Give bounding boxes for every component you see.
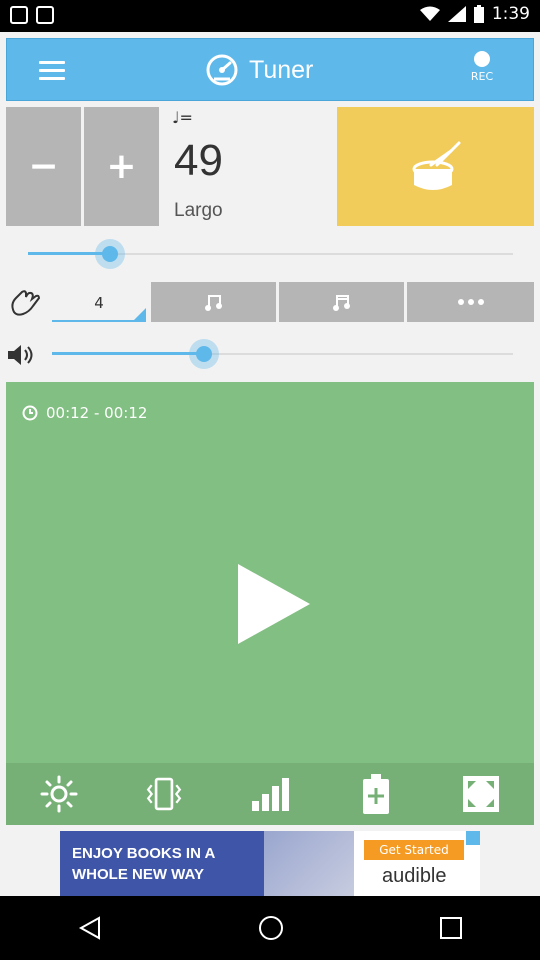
volume-slider-thumb[interactable] bbox=[189, 339, 219, 369]
decrease-tempo-button[interactable]: − bbox=[6, 107, 81, 226]
tempo-marking: Largo bbox=[174, 200, 223, 221]
gauge-icon bbox=[206, 54, 238, 86]
wifi-icon bbox=[419, 6, 440, 21]
vibrate-icon bbox=[147, 777, 182, 811]
menu-icon[interactable] bbox=[39, 61, 65, 81]
timer-range: 00:12 - 00:12 bbox=[46, 404, 148, 422]
sixteenth-notes-icon bbox=[332, 295, 350, 311]
volume-icon bbox=[8, 345, 33, 365]
player-toolbar bbox=[6, 763, 534, 825]
timer: 00:12 - 00:12 bbox=[22, 404, 147, 422]
recents-icon[interactable] bbox=[439, 916, 463, 940]
battery-button[interactable] bbox=[354, 772, 398, 816]
signal-button[interactable] bbox=[248, 772, 292, 816]
ad-banner[interactable]: ENJOY BOOKS IN A WHOLE NEW WAY Get Start… bbox=[60, 831, 480, 896]
sixteenth-notes-button[interactable] bbox=[279, 282, 404, 322]
status-time: 1:39 bbox=[491, 4, 530, 24]
vibrate-button[interactable] bbox=[142, 772, 186, 816]
header-title: Tuner bbox=[249, 55, 314, 84]
app-header: Tuner REC bbox=[6, 38, 534, 101]
beats-per-measure-input[interactable]: 4 bbox=[52, 282, 146, 322]
battery-plus-icon bbox=[362, 774, 389, 814]
bpm-value: 49 bbox=[174, 136, 223, 185]
signal-bars-icon bbox=[251, 778, 289, 811]
app-root: 1:39 Tuner REC − + ♩= 49 Largo 4 00:12 -… bbox=[0, 0, 540, 960]
signal-icon bbox=[447, 6, 466, 22]
brightness-button[interactable] bbox=[37, 772, 81, 816]
battery-icon bbox=[473, 5, 484, 23]
ad-image bbox=[264, 831, 354, 896]
quarter-note-label: ♩= bbox=[172, 108, 193, 127]
ad-headline: ENJOY BOOKS IN A WHOLE NEW WAY bbox=[72, 843, 215, 885]
fullscreen-icon bbox=[463, 776, 500, 812]
back-icon[interactable] bbox=[77, 915, 103, 941]
fullscreen-button[interactable] bbox=[459, 772, 503, 816]
more-icon bbox=[457, 299, 484, 305]
play-icon[interactable] bbox=[238, 564, 310, 644]
tuner-button[interactable]: Tuner bbox=[205, 53, 313, 87]
home-icon[interactable] bbox=[258, 915, 284, 941]
clock-icon bbox=[22, 405, 38, 421]
tempo-slider-thumb[interactable] bbox=[95, 239, 125, 269]
ad-choices-icon[interactable] bbox=[466, 831, 480, 845]
ad-cta-button[interactable]: Get Started bbox=[364, 840, 464, 860]
eighth-notes-button[interactable] bbox=[151, 282, 276, 322]
tempo-slider[interactable] bbox=[28, 239, 513, 269]
navigation-bar bbox=[0, 896, 540, 960]
record-label: REC bbox=[470, 70, 494, 83]
record-dot-icon bbox=[474, 51, 490, 67]
brightness-icon bbox=[40, 775, 78, 813]
player-panel: 00:12 - 00:12 bbox=[6, 382, 534, 825]
hand-clap-icon bbox=[11, 290, 41, 316]
ad-right-panel: Get Started audible bbox=[354, 831, 480, 896]
increase-tempo-button[interactable]: + bbox=[84, 107, 159, 226]
ad-brand-logo: audible bbox=[382, 865, 447, 887]
status-bar: 1:39 bbox=[0, 0, 540, 32]
ad-headline-line2: WHOLE NEW WAY bbox=[72, 866, 204, 883]
more-rhythms-button[interactable] bbox=[407, 282, 534, 322]
ad-headline-line1: ENJOY BOOKS IN A bbox=[72, 845, 216, 862]
drum-button[interactable] bbox=[337, 107, 534, 226]
volume-slider[interactable] bbox=[52, 339, 513, 369]
notification-icon bbox=[10, 6, 28, 24]
notification-icon bbox=[36, 6, 54, 24]
drum-icon bbox=[412, 141, 460, 190]
eighth-notes-icon bbox=[204, 295, 222, 311]
record-button[interactable]: REC bbox=[462, 51, 502, 83]
